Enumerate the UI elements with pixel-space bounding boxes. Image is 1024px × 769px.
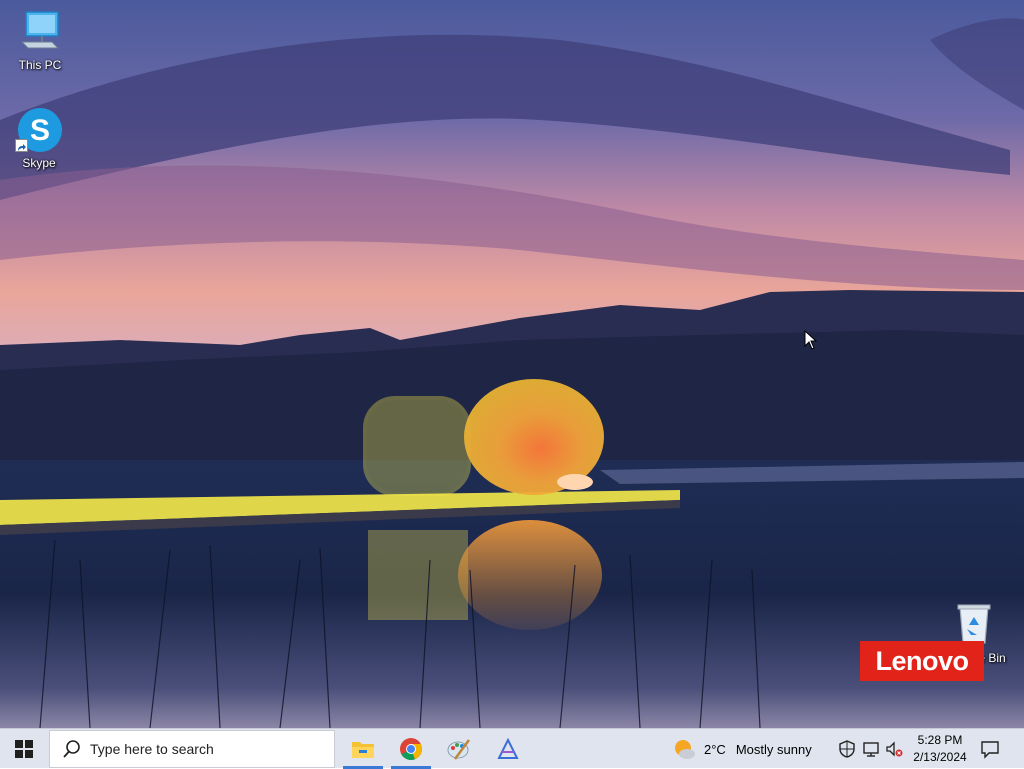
- skype-icon: S: [15, 106, 63, 154]
- volume-muted-icon[interactable]: [885, 740, 903, 758]
- weather-temperature: 2°C: [704, 741, 726, 757]
- desktop-icon-label: Skype: [22, 156, 56, 170]
- clock-date: 2/13/2024: [913, 750, 967, 764]
- action-center-icon[interactable]: [980, 739, 1000, 759]
- desktop-icon-skype[interactable]: S Skype: [1, 106, 77, 170]
- shortcut-arrow-icon: [15, 139, 28, 152]
- desktop-icon-this-pc[interactable]: This PC: [2, 8, 78, 72]
- taskbar-app-triangle[interactable]: [486, 729, 530, 769]
- skype-glyph: S: [30, 114, 50, 147]
- desktop-icon-label: This PC: [18, 58, 62, 72]
- search-placeholder: Type here to search: [90, 741, 214, 757]
- weather-condition: Mostly sunny: [735, 741, 812, 757]
- triangle-app-icon: [497, 738, 519, 759]
- desktop-wallpaper: [0, 0, 1024, 728]
- chrome-icon: [400, 738, 423, 760]
- clock-time: 5:28 PM: [917, 733, 963, 747]
- system-clock[interactable]: 5:28 PM 2/13/2024: [908, 732, 972, 766]
- taskbar-app-paint[interactable]: [437, 729, 481, 769]
- taskbar: Type here to search 2°C Mostly sunny 5:2…: [0, 728, 1024, 769]
- partly-sunny-icon: [675, 740, 695, 759]
- start-button[interactable]: [0, 729, 48, 769]
- search-icon: [63, 740, 80, 758]
- weather-widget[interactable]: 2°C Mostly sunny: [672, 729, 812, 769]
- security-shield-icon[interactable]: [838, 740, 856, 758]
- taskbar-search-box[interactable]: Type here to search: [49, 730, 335, 768]
- taskbar-app-file-explorer[interactable]: [341, 729, 385, 769]
- windows-logo-icon: [15, 740, 33, 758]
- mouse-cursor-icon: [804, 329, 818, 350]
- lenovo-logo: Lenovo: [860, 641, 984, 681]
- network-icon[interactable]: [862, 740, 880, 758]
- folder-icon: [352, 742, 374, 758]
- taskbar-app-chrome[interactable]: [389, 729, 433, 769]
- paint-icon: [447, 739, 471, 760]
- computer-icon: [16, 8, 64, 56]
- recycle-bin-icon: [954, 603, 994, 645]
